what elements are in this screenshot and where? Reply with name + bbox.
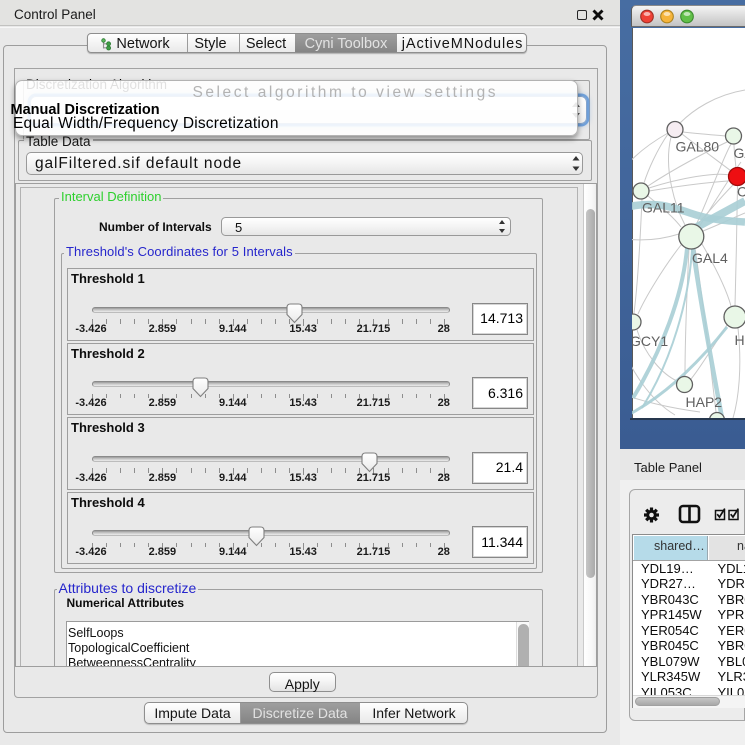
svg-text:GCY1: GCY1 xyxy=(632,333,668,349)
svg-text:H: H xyxy=(735,332,745,348)
svg-text:C: C xyxy=(737,184,745,200)
svg-text:GAL4: GAL4 xyxy=(692,250,728,266)
svg-text:GA: GA xyxy=(734,145,745,161)
svg-text:GAL11: GAL11 xyxy=(642,200,685,216)
svg-text:HAP2: HAP2 xyxy=(686,394,723,410)
svg-text:GAL80: GAL80 xyxy=(676,139,720,155)
